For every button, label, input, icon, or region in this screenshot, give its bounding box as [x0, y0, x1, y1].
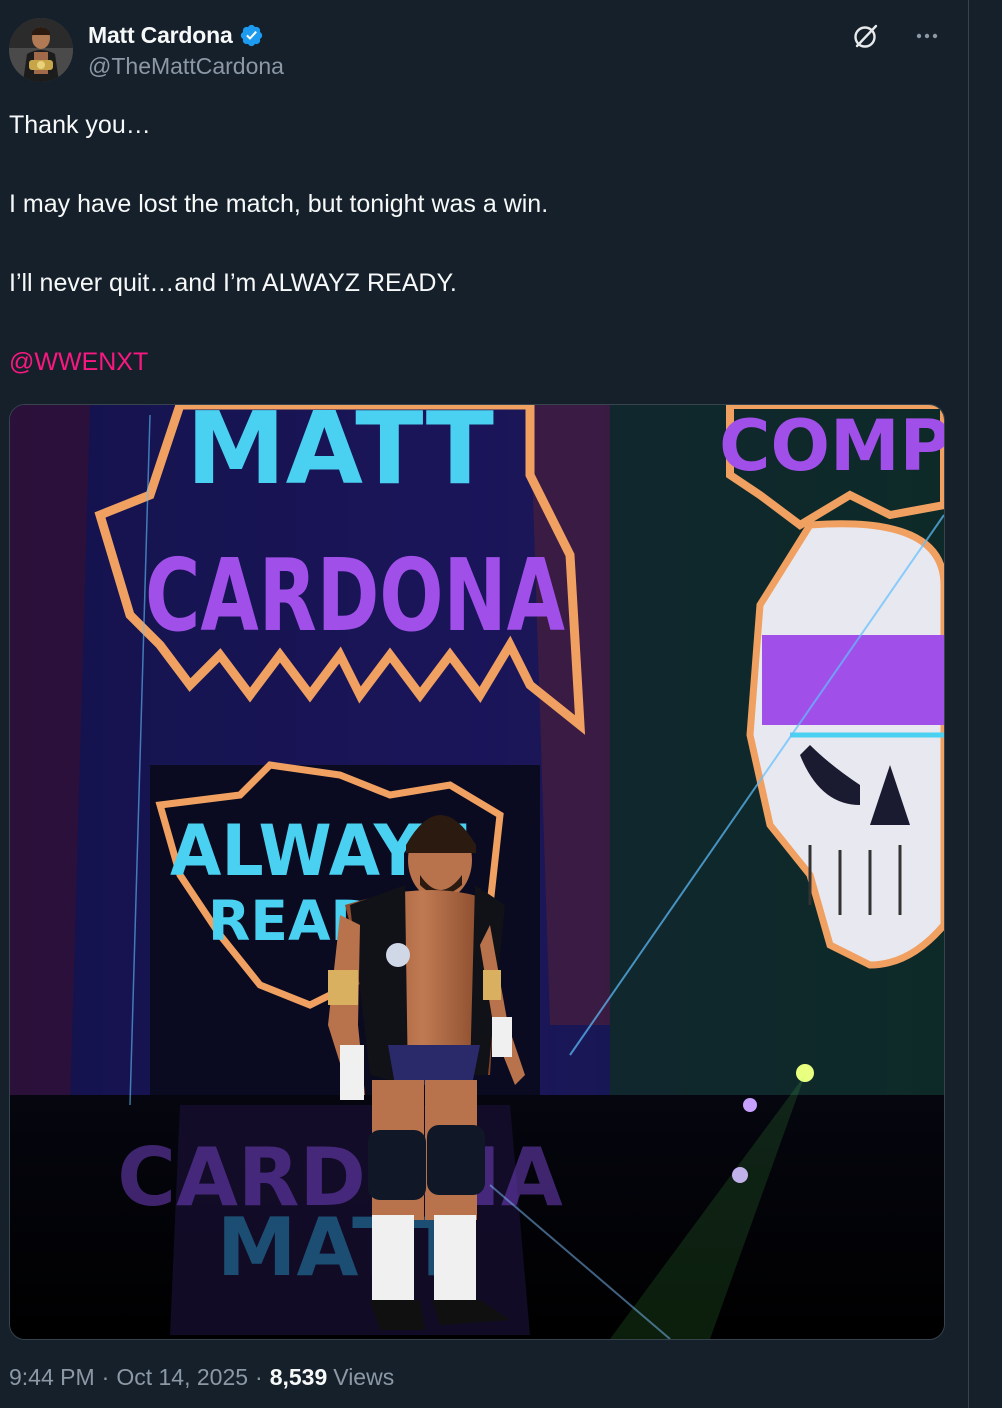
grok-icon[interactable]: [852, 22, 880, 50]
sign-text-matt: MATT: [186, 405, 494, 507]
tweet-photo[interactable]: MATT CARDONA ALWAYZ READY COMP CARDONA M…: [9, 404, 945, 1340]
sign-text-cardona: CARDONA: [145, 537, 565, 654]
avatar[interactable]: [9, 18, 73, 82]
views-label: Views: [333, 1364, 395, 1390]
tweet-header: Matt Cardona @TheMattCardona: [9, 18, 948, 84]
tweet-card: Matt Cardona @TheMattCardona Thank you… …: [0, 0, 969, 1408]
views-count: 8,539: [269, 1364, 328, 1390]
display-name[interactable]: Matt Cardona: [88, 22, 233, 49]
more-icon[interactable]: [912, 22, 942, 50]
author-handle[interactable]: @TheMattCardona: [88, 53, 284, 80]
display-name-row: Matt Cardona: [88, 20, 284, 50]
tweet-meta: 9:44 PM · Oct 14, 2025 · 8,539 Views: [9, 1364, 394, 1391]
mention-link[interactable]: @WWENXT: [9, 348, 148, 376]
meta-separator: ·: [255, 1364, 263, 1390]
author-names: Matt Cardona @TheMattCardona: [88, 20, 284, 80]
tweet-line-3: I’ll never quit…and I’m ALWAYZ READY.: [9, 269, 457, 297]
photo-image: MATT CARDONA ALWAYZ READY COMP CARDONA M…: [10, 405, 944, 1339]
tweet-line-2: I may have lost the match, but tonight w…: [9, 190, 549, 218]
tweet-date[interactable]: Oct 14, 2025: [116, 1364, 248, 1391]
meta-separator: ·: [101, 1364, 110, 1390]
tweet-text: Thank you… I may have lost the match, bu…: [9, 106, 949, 422]
tweet-time[interactable]: 9:44 PM: [9, 1364, 95, 1391]
verified-badge-icon: [240, 24, 262, 46]
sign-text-comp: COMP: [719, 405, 944, 487]
tweet-line-1: Thank you…: [9, 111, 151, 139]
